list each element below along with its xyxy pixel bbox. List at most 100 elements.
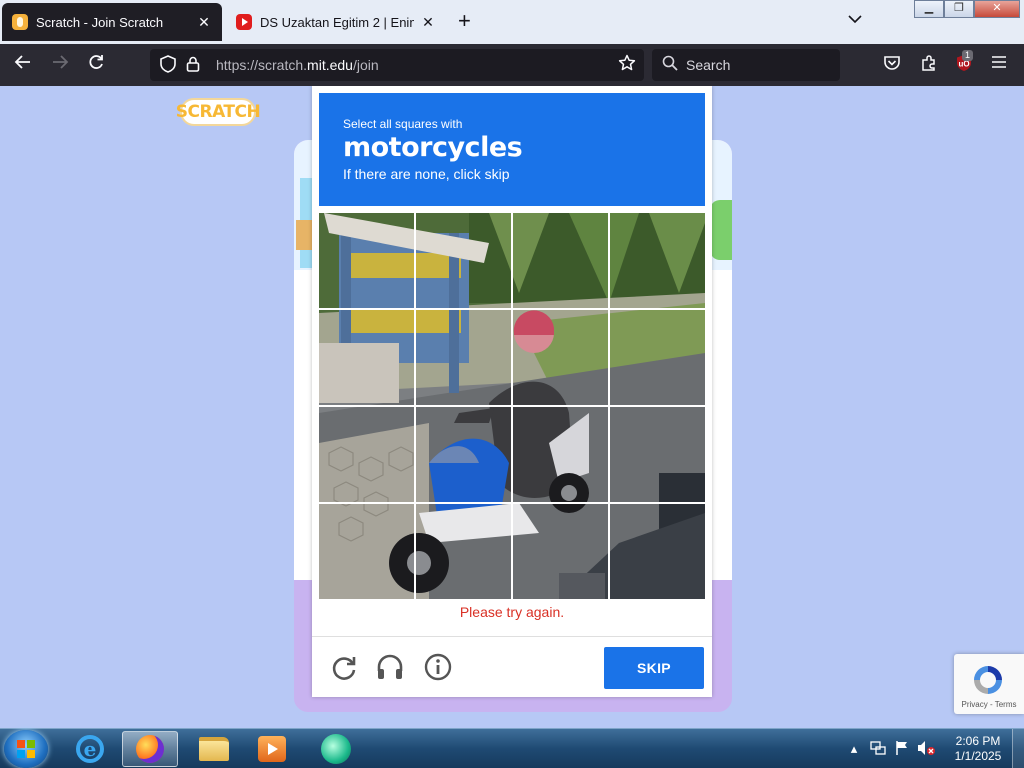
captcha-tile-r3-c3[interactable]	[513, 407, 608, 502]
captcha-tile-r3-c2[interactable]	[416, 407, 511, 502]
captcha-tile-r3-c4[interactable]	[610, 407, 705, 502]
captcha-tile-r1-c4[interactable]	[610, 213, 705, 308]
extensions-button[interactable]	[918, 54, 940, 76]
internet-explorer-icon: e	[76, 735, 104, 763]
captcha-tile-image	[319, 213, 414, 308]
network-icon[interactable]	[869, 740, 887, 758]
captcha-instruction-line3: If there are none, click skip	[343, 166, 510, 182]
audio-challenge-button[interactable]	[374, 651, 406, 683]
ublock-count-badge: 1	[962, 50, 974, 61]
captcha-tile-r1-c3[interactable]	[513, 213, 608, 308]
captcha-tile-image	[319, 407, 414, 502]
captcha-tile-image	[513, 407, 608, 502]
tab-scratch-join[interactable]: Scratch - Join Scratch ✕	[2, 3, 222, 41]
captcha-image-grid	[319, 213, 705, 599]
captcha-tile-image	[610, 407, 705, 502]
maximize-button[interactable]: ❐	[944, 0, 974, 18]
tab-title: DS Uzaktan Egitim 2 | Enimasyon	[260, 14, 414, 30]
captcha-challenge: Select all squares with motorcycles If t…	[312, 86, 712, 697]
captcha-instructions: Select all squares with motorcycles If t…	[319, 93, 705, 206]
captcha-tile-r2-c3[interactable]	[513, 310, 608, 405]
youtube-favicon-icon	[236, 14, 252, 30]
pocket-button[interactable]	[881, 54, 903, 76]
reload-icon	[89, 55, 103, 69]
recaptcha-badge[interactable]: Privacy - Terms	[954, 654, 1024, 714]
show-hidden-icons-arrow-icon[interactable]: ▴	[845, 740, 863, 758]
info-icon	[424, 653, 452, 681]
taskbar-media-player[interactable]	[244, 731, 300, 767]
reload-button[interactable]	[83, 53, 109, 77]
show-desktop-button[interactable]	[1012, 729, 1024, 768]
page-content: SCRATCH Select all squares with motorcyc…	[0, 86, 1024, 728]
taskbar-file-explorer[interactable]	[186, 731, 242, 767]
captcha-tile-image	[416, 504, 511, 599]
new-tab-button[interactable]: +	[458, 9, 471, 33]
captcha-tile-image	[610, 213, 705, 308]
recaptcha-logo-icon	[974, 666, 1002, 694]
start-button[interactable]	[4, 730, 48, 768]
scratch-favicon-icon	[12, 14, 28, 30]
captcha-tile-r1-c1[interactable]	[319, 213, 414, 308]
taskbar-firefox[interactable]	[122, 731, 178, 767]
headphones-icon	[377, 654, 403, 679]
captcha-tile-r4-c3[interactable]	[513, 504, 608, 599]
forward-arrow-icon	[53, 55, 69, 69]
captcha-tile-r4-c2[interactable]	[416, 504, 511, 599]
captcha-instruction-line1: Select all squares with	[343, 117, 463, 131]
captcha-tile-r2-c1[interactable]	[319, 310, 414, 405]
tab-close-icon[interactable]: ✕	[196, 14, 212, 31]
recaptcha-privacy-terms[interactable]: Privacy - Terms	[954, 700, 1024, 709]
volume-muted-icon[interactable]	[917, 740, 935, 758]
skip-button[interactable]: SKIP	[604, 647, 704, 689]
action-center-flag-icon[interactable]	[893, 740, 911, 758]
address-bar[interactable]: https://scratch.mit.edu/join	[150, 49, 644, 81]
tab-title: Scratch - Join Scratch	[36, 14, 164, 30]
file-explorer-icon	[199, 737, 229, 761]
scratch-logo[interactable]: SCRATCH	[176, 98, 261, 126]
url-text: https://scratch.mit.edu/join	[216, 57, 379, 73]
chevron-down-icon	[848, 15, 862, 24]
bookmark-star-icon[interactable]	[618, 54, 636, 77]
captcha-tile-image	[513, 213, 608, 308]
search-icon	[662, 55, 678, 75]
taskbar-app[interactable]	[308, 731, 364, 767]
back-button[interactable]	[10, 53, 36, 77]
info-button[interactable]	[422, 651, 454, 683]
taskbar-internet-explorer[interactable]: e	[62, 731, 118, 767]
tracking-protection-shield-icon[interactable]	[160, 54, 178, 76]
search-bar[interactable]: Search	[652, 49, 840, 81]
tab-close-icon[interactable]: ✕	[420, 14, 436, 31]
menu-button[interactable]	[988, 54, 1010, 76]
captcha-tile-r2-c2[interactable]	[416, 310, 511, 405]
captcha-tile-r4-c4[interactable]	[610, 504, 705, 599]
lock-icon[interactable]	[186, 56, 208, 75]
forward-button[interactable]	[47, 53, 73, 77]
captcha-tile-image	[319, 504, 414, 599]
window-controls: ▁ ❐ ✕	[914, 0, 1020, 18]
captcha-tile-image	[610, 310, 705, 405]
captcha-tile-r1-c2[interactable]	[416, 213, 511, 308]
reload-challenge-button[interactable]	[328, 651, 360, 683]
media-player-icon	[258, 736, 286, 762]
captcha-tile-r2-c4[interactable]	[610, 310, 705, 405]
captcha-tile-image	[416, 213, 511, 308]
captcha-target-object: motorcycles	[343, 132, 523, 163]
captcha-footer: SKIP	[312, 637, 712, 697]
captcha-tile-image	[416, 310, 511, 405]
captcha-tile-r4-c1[interactable]	[319, 504, 414, 599]
window-close-button[interactable]: ✕	[974, 0, 1020, 18]
captcha-tile-image	[513, 504, 608, 599]
list-all-tabs-button[interactable]	[848, 12, 862, 27]
tab-bar: Scratch - Join Scratch ✕ DS Uzaktan Egit…	[0, 0, 1024, 44]
captcha-tile-r3-c1[interactable]	[319, 407, 414, 502]
minimize-button[interactable]: ▁	[914, 0, 944, 18]
windows-logo-icon	[17, 740, 35, 758]
captcha-tile-image	[610, 504, 705, 599]
pocket-icon	[884, 56, 900, 70]
search-placeholder: Search	[686, 57, 731, 73]
puzzle-icon	[922, 55, 935, 71]
tab-ds-uzaktan[interactable]: DS Uzaktan Egitim 2 | Enimasyon ✕	[226, 3, 446, 41]
system-clock[interactable]: 2:06 PM 1/1/2025	[946, 734, 1010, 764]
decoration-left-2	[296, 220, 312, 250]
decoration-right	[710, 200, 732, 260]
